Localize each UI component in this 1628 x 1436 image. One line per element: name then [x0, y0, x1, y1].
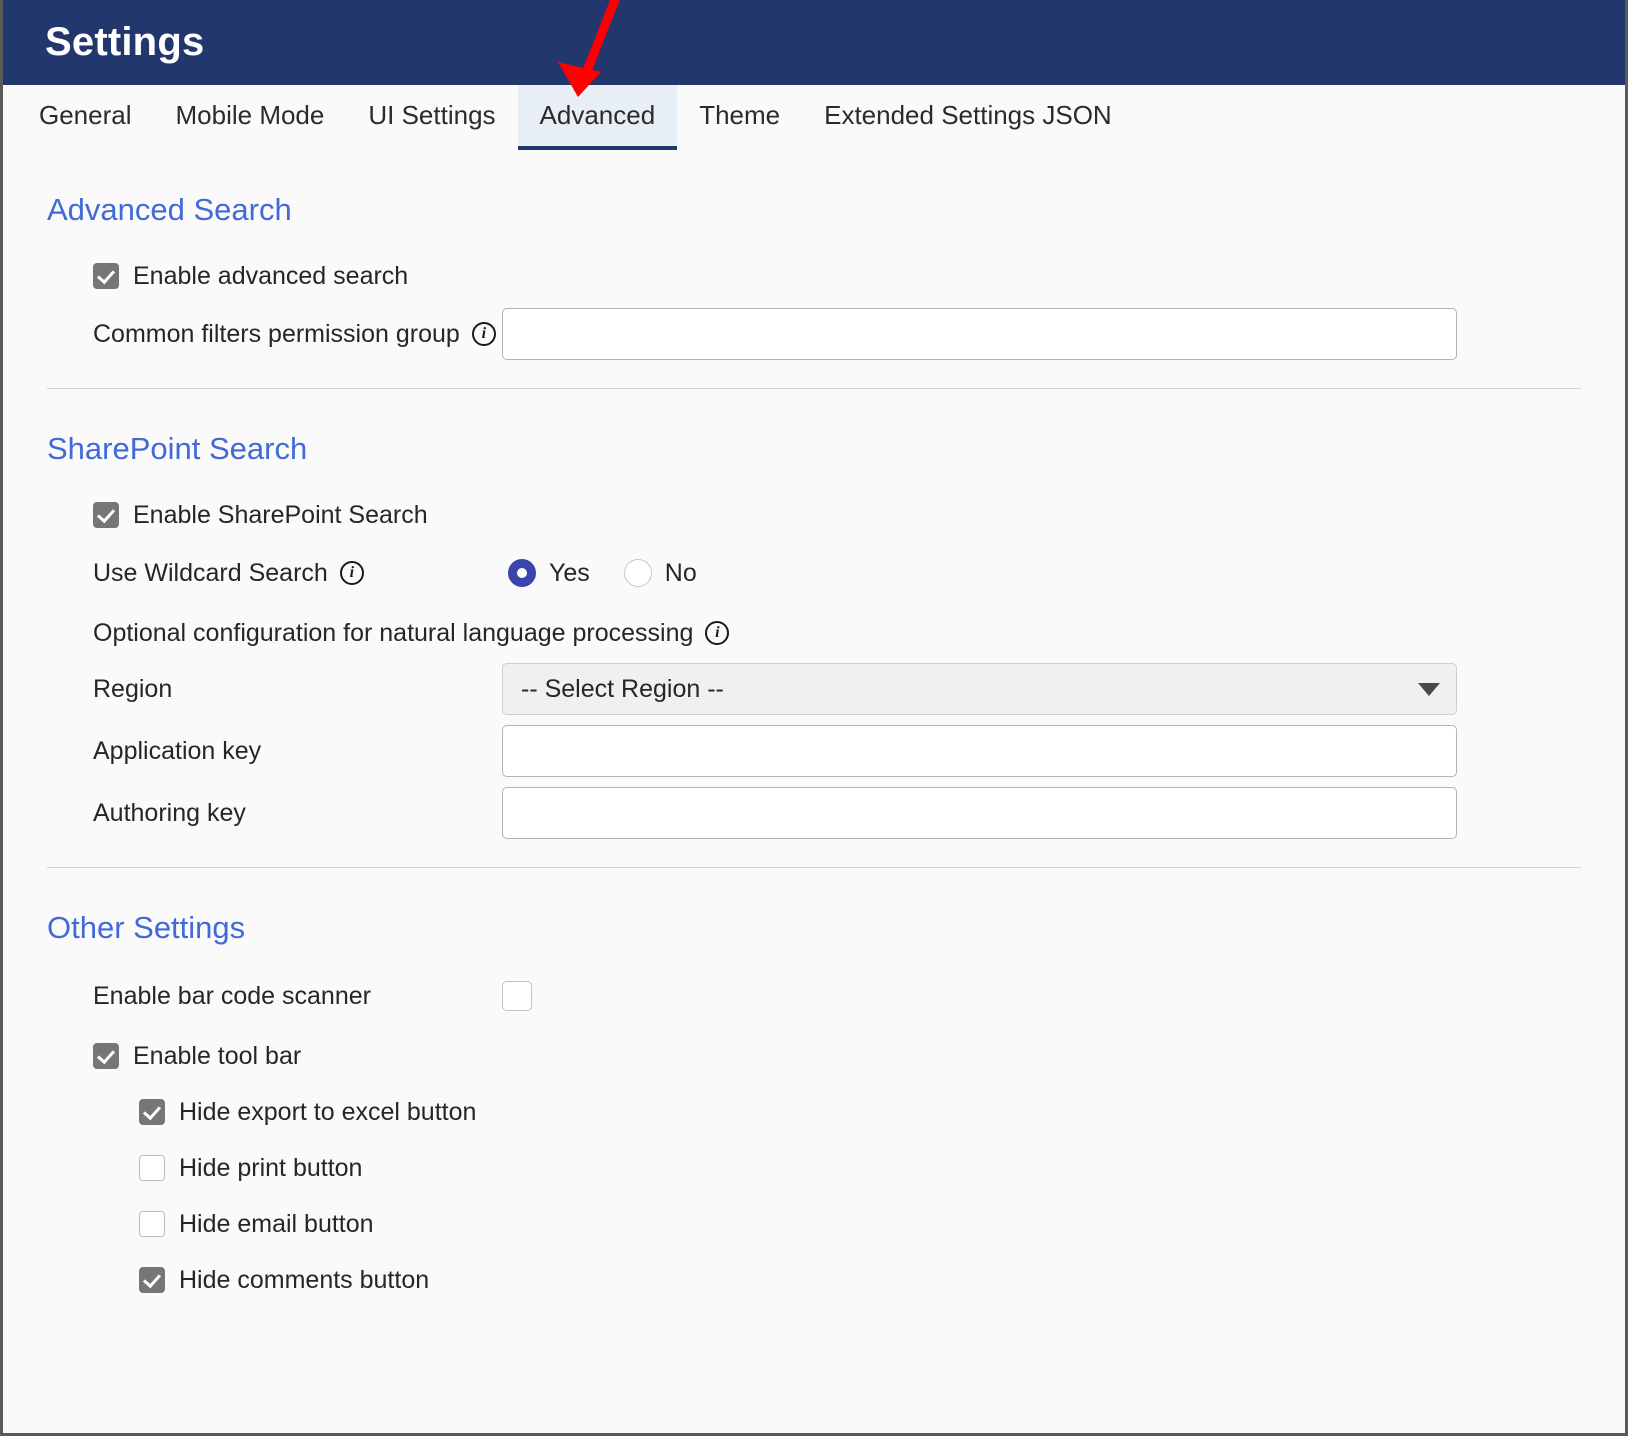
hide-print-button-checkbox[interactable] — [139, 1155, 165, 1181]
application-key-field-col — [502, 725, 1581, 777]
section-title-sharepoint-search: SharePoint Search — [47, 431, 308, 466]
common-filters-permission-group-label: Common filters permission group — [93, 319, 460, 348]
hide-email-button-checkbox[interactable] — [139, 1211, 165, 1237]
radio-yes-label: Yes — [549, 558, 590, 587]
window-title-bar: Settings — [3, 0, 1625, 85]
common-filters-permission-group-input[interactable] — [502, 308, 1457, 360]
enable-advanced-search-label: Enable advanced search — [133, 261, 409, 290]
radio-no-indicator[interactable] — [623, 559, 652, 587]
enable-tool-bar-label: Enable tool bar — [133, 1041, 302, 1070]
tab-theme[interactable]: Theme — [677, 85, 802, 150]
wildcard-label-wrap: Use Wildcard Search i — [93, 559, 502, 588]
settings-content: Advanced Search Enable advanced search C… — [3, 150, 1625, 1304]
nlp-note-row: Optional configuration for natural langu… — [47, 609, 1581, 657]
nlp-note-label: Optional configuration for natural langu… — [93, 618, 694, 647]
authoring-key-input[interactable] — [502, 787, 1457, 839]
hide-email-button-row[interactable]: Hide email button — [47, 1200, 1581, 1248]
tab-mobile-mode[interactable]: Mobile Mode — [154, 85, 347, 150]
enable-advanced-search-row[interactable]: Enable advanced search — [47, 252, 1581, 300]
enable-bar-code-scanner-label: Enable bar code scanner — [93, 981, 371, 1010]
authoring-key-field-col — [502, 787, 1581, 839]
tab-bar: General Mobile Mode UI Settings Advanced… — [3, 85, 1625, 150]
common-filters-permission-group-row: Common filters permission group i — [47, 308, 1581, 360]
section-advanced-search: Advanced Search Enable advanced search C… — [47, 150, 1581, 360]
region-label: Region — [93, 674, 173, 703]
authoring-key-label-col: Authoring key — [47, 799, 502, 828]
info-icon[interactable]: i — [471, 322, 496, 346]
settings-window: Settings General Mobile Mode UI Settings… — [0, 0, 1628, 1436]
hide-export-to-excel-row[interactable]: Hide export to excel button — [47, 1088, 1581, 1136]
hide-export-to-excel-label: Hide export to excel button — [179, 1097, 477, 1126]
wildcard-radio-group: Yes No — [502, 559, 697, 588]
page-title: Settings — [45, 20, 205, 64]
enable-bar-code-scanner-checkbox[interactable] — [502, 981, 532, 1011]
hide-comments-button-row[interactable]: Hide comments button — [47, 1256, 1581, 1304]
enable-tool-bar-row[interactable]: Enable tool bar — [47, 1032, 1581, 1080]
application-key-label-col: Application key — [47, 737, 502, 766]
wildcard-radio-no[interactable]: No — [623, 558, 697, 588]
radio-yes-indicator[interactable] — [508, 559, 536, 587]
section-sharepoint-search: SharePoint Search Enable SharePoint Sear… — [47, 389, 1581, 839]
application-key-row: Application key — [47, 725, 1581, 777]
enable-tool-bar-checkbox[interactable] — [93, 1043, 119, 1069]
region-label-col: Region — [47, 675, 502, 704]
hide-comments-button-checkbox[interactable] — [139, 1267, 165, 1293]
radio-no-label: No — [664, 558, 697, 587]
region-row: Region -- Select Region -- — [47, 663, 1581, 715]
info-icon[interactable]: i — [339, 561, 364, 585]
hide-comments-button-label: Hide comments button — [179, 1265, 430, 1294]
tab-general[interactable]: General — [17, 85, 154, 150]
hide-print-button-row[interactable]: Hide print button — [47, 1144, 1581, 1192]
hide-export-to-excel-checkbox[interactable] — [139, 1099, 165, 1125]
region-select[interactable]: -- Select Region -- — [502, 663, 1457, 715]
tab-advanced[interactable]: Advanced — [517, 85, 678, 150]
enable-advanced-search-checkbox[interactable] — [93, 263, 119, 289]
application-key-label: Application key — [93, 736, 262, 765]
region-select-value: -- Select Region -- — [521, 674, 724, 703]
enable-sharepoint-search-checkbox[interactable] — [93, 502, 119, 528]
common-filters-label-col: Common filters permission group i — [47, 320, 502, 349]
section-title-advanced-search: Advanced Search — [47, 192, 292, 227]
authoring-key-row: Authoring key — [47, 787, 1581, 839]
use-wildcard-search-label: Use Wildcard Search — [93, 558, 328, 587]
authoring-key-label: Authoring key — [93, 798, 246, 827]
chevron-down-icon[interactable] — [1418, 682, 1440, 696]
enable-sharepoint-search-row[interactable]: Enable SharePoint Search — [47, 491, 1581, 539]
common-filters-field-col — [502, 308, 1581, 360]
application-key-input[interactable] — [502, 725, 1457, 777]
bar-code-field-col — [502, 981, 1581, 1011]
section-other-settings: Other Settings Enable bar code scanner E… — [47, 868, 1581, 1304]
wildcard-label-col: Use Wildcard Search i — [47, 559, 502, 588]
region-field-col: -- Select Region -- — [502, 663, 1581, 715]
wildcard-field-col: Yes No — [502, 559, 1581, 588]
common-filters-label-wrap: Common filters permission group i — [93, 320, 502, 349]
enable-sharepoint-search-label: Enable SharePoint Search — [133, 500, 428, 529]
use-wildcard-search-row: Use Wildcard Search i Yes No — [47, 547, 1581, 599]
hide-email-button-label: Hide email button — [179, 1209, 374, 1238]
tab-ui-settings[interactable]: UI Settings — [346, 85, 517, 150]
hide-print-button-label: Hide print button — [179, 1153, 363, 1182]
enable-bar-code-scanner-row: Enable bar code scanner — [47, 970, 1581, 1022]
info-icon[interactable]: i — [705, 621, 730, 645]
tab-extended-settings-json[interactable]: Extended Settings JSON — [802, 85, 1134, 150]
bar-code-label-col: Enable bar code scanner — [47, 982, 502, 1011]
section-title-other-settings: Other Settings — [47, 910, 246, 945]
wildcard-radio-yes[interactable]: Yes — [508, 559, 590, 588]
